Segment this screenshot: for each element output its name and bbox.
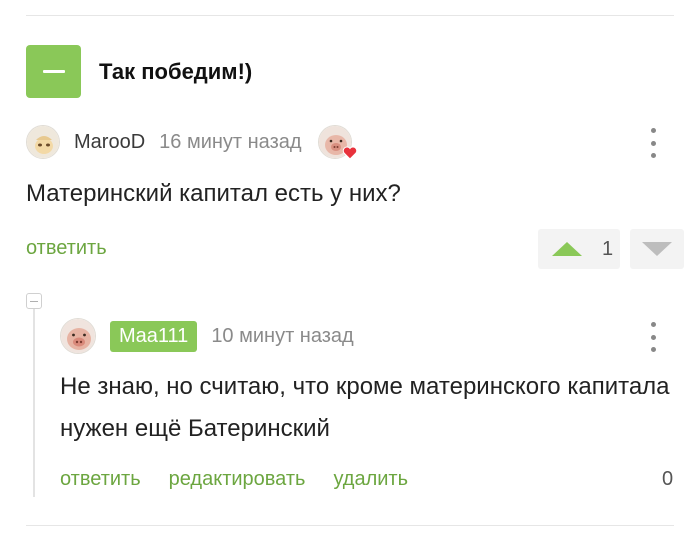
reply-link[interactable]: ответить	[60, 468, 141, 491]
award-badge[interactable]	[317, 125, 357, 160]
comment-text: Материнский капитал есть у них?	[26, 180, 401, 207]
user-avatar[interactable]	[60, 318, 96, 354]
collapse-thread-button[interactable]	[26, 293, 42, 309]
comment-meta: MarooD 16 минут назад	[26, 125, 357, 160]
downvote-arrow-icon	[642, 242, 672, 256]
username[interactable]: MarooD	[74, 131, 145, 154]
downvote-button[interactable]	[630, 229, 684, 269]
more-options-icon[interactable]	[648, 128, 658, 158]
reply-link[interactable]: ответить	[26, 237, 107, 260]
collapse-post-button[interactable]	[26, 45, 81, 98]
minus-icon	[30, 300, 38, 302]
minus-icon	[42, 70, 65, 73]
delete-link[interactable]: удалить	[333, 468, 408, 491]
reply-comment-text: Не знаю, но считаю, что кроме материнско…	[60, 373, 670, 442]
comment-timestamp[interactable]: 16 минут назад	[159, 131, 301, 154]
username-badge[interactable]: Maa111	[110, 320, 198, 352]
comment-timestamp[interactable]: 10 минут назад	[211, 325, 353, 348]
edit-link[interactable]: редактировать	[169, 468, 306, 491]
rating-count: 0	[662, 468, 674, 490]
reply-comment-meta: Maa111 10 минут назад	[60, 318, 354, 354]
comment-actions: ответить редактировать удалить	[60, 468, 436, 491]
top-divider	[26, 15, 674, 16]
more-options-icon[interactable]	[648, 322, 658, 352]
rating-count: 1	[602, 237, 614, 260]
heart-icon	[342, 146, 357, 160]
post-title[interactable]: Так победим!)	[99, 59, 252, 85]
upvote-arrow-icon[interactable]	[552, 242, 582, 256]
rating-widget: 1	[538, 229, 620, 269]
user-avatar[interactable]	[26, 125, 60, 159]
post-header: Так победим!)	[26, 45, 252, 98]
thread-line[interactable]	[33, 309, 35, 497]
bottom-divider	[26, 525, 674, 526]
